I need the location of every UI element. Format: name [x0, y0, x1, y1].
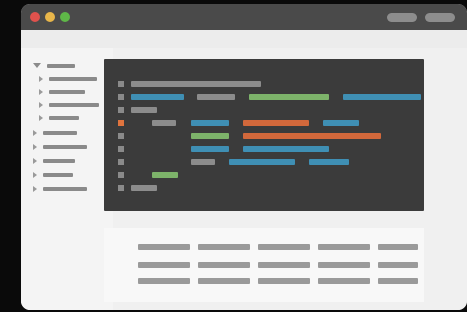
code-token — [191, 120, 229, 126]
chevron-down-icon — [33, 63, 41, 68]
tree-item-label — [43, 173, 73, 177]
code-token — [243, 133, 381, 139]
line-number — [118, 172, 124, 178]
code-token — [152, 120, 176, 126]
line-number — [118, 81, 124, 87]
close-window-button[interactable] — [30, 12, 40, 22]
table-cell — [198, 244, 250, 250]
chevron-right-icon — [33, 186, 37, 192]
tree-item[interactable] — [33, 144, 103, 150]
line-number — [118, 146, 124, 152]
tree-item-label — [49, 116, 79, 120]
active-line-marker — [118, 120, 124, 126]
tree-item-label — [49, 103, 99, 107]
table-cell — [198, 262, 250, 268]
table-cell — [318, 262, 370, 268]
chevron-right-icon — [33, 144, 37, 150]
title-bar — [21, 4, 467, 30]
tree-item-label — [43, 145, 87, 149]
chevron-right-icon — [39, 76, 43, 82]
code-token — [131, 81, 261, 87]
code-token — [323, 120, 359, 126]
code-token — [343, 94, 421, 100]
table-cell — [138, 244, 190, 250]
output-table-panel — [104, 228, 424, 302]
table-cell — [138, 262, 190, 268]
code-token — [309, 159, 349, 165]
tree-item[interactable] — [39, 115, 103, 121]
line-number — [118, 107, 124, 113]
code-token — [131, 185, 157, 191]
tree-item[interactable] — [33, 130, 103, 136]
tree-item-label — [43, 159, 75, 163]
tree-item-label — [49, 77, 97, 81]
titlebar-control-1[interactable] — [387, 13, 417, 22]
code-token — [243, 120, 309, 126]
titlebar-control-2[interactable] — [425, 13, 455, 22]
code-editor[interactable] — [104, 59, 424, 211]
table-cell — [378, 244, 418, 250]
line-number — [118, 94, 124, 100]
code-token — [191, 159, 215, 165]
table-cell — [198, 278, 250, 284]
chevron-right-icon — [39, 89, 43, 95]
chevron-right-icon — [39, 115, 43, 121]
tree-item-label — [43, 131, 77, 135]
table-cell — [378, 262, 418, 268]
table-cell — [258, 244, 310, 250]
code-token — [191, 133, 229, 139]
tree-item[interactable] — [39, 102, 103, 108]
line-number — [118, 185, 124, 191]
table-cell — [138, 278, 190, 284]
table-cell — [318, 244, 370, 250]
code-token — [229, 159, 295, 165]
tree-item[interactable] — [33, 158, 103, 164]
chevron-right-icon — [39, 102, 43, 108]
code-token — [249, 94, 329, 100]
code-token — [243, 146, 329, 152]
table-cell — [378, 278, 418, 284]
maximize-window-button[interactable] — [60, 12, 70, 22]
code-token — [131, 107, 157, 113]
table-cell — [318, 278, 370, 284]
tree-item-label — [43, 187, 87, 191]
code-token — [191, 146, 229, 152]
tree-item-label — [47, 64, 75, 68]
file-tree-sidebar — [21, 48, 113, 310]
minimize-window-button[interactable] — [45, 12, 55, 22]
tree-item-root[interactable] — [33, 63, 103, 69]
line-number — [118, 133, 124, 139]
chevron-right-icon — [33, 130, 37, 136]
tree-item[interactable] — [39, 89, 103, 95]
table-cell — [258, 262, 310, 268]
code-token — [131, 94, 184, 100]
tree-item[interactable] — [33, 186, 103, 192]
tree-item[interactable] — [39, 76, 103, 82]
chevron-right-icon — [33, 158, 37, 164]
toolbar — [21, 30, 467, 48]
tree-item-label — [49, 90, 85, 94]
code-token — [152, 172, 178, 178]
tree-item[interactable] — [33, 172, 103, 178]
line-number — [118, 159, 124, 165]
chevron-right-icon — [33, 172, 37, 178]
code-token — [197, 94, 235, 100]
table-cell — [258, 278, 310, 284]
